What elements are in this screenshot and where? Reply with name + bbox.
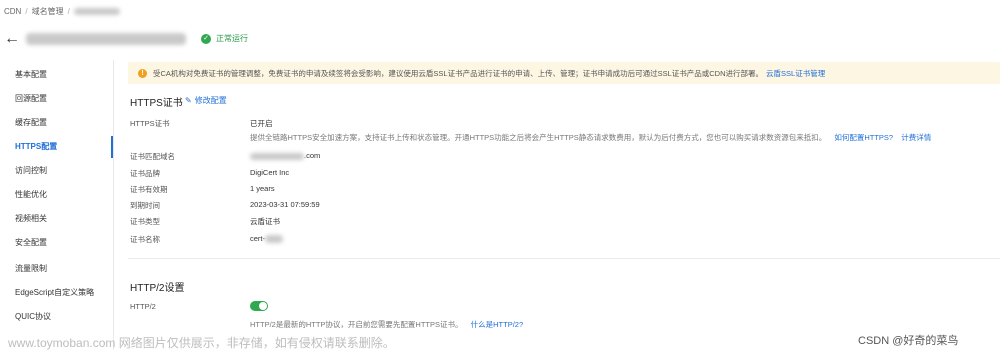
breadcrumb: CDN / 域名管理 / — [4, 6, 120, 17]
how-to-configure-https-link[interactable]: 如何配置HTTPS? — [834, 133, 893, 142]
toggle-knob — [259, 302, 267, 310]
cert-brand-value: DigiCert Inc — [250, 168, 290, 177]
ssl-cert-management-link[interactable]: 云盾SSL证书管理 — [766, 68, 825, 79]
cert-name-label: 证书名称 — [130, 235, 160, 244]
sidebar-item-performance[interactable]: 性能优化 — [0, 184, 113, 206]
edit-config-label: 修改配置 — [194, 96, 227, 105]
sidebar-item-access-control[interactable]: 访问控制 — [0, 160, 113, 182]
breadcrumb-separator: / — [25, 7, 28, 16]
watermark-toymoban: www.toymoban.com 网络图片仅供展示，非存储，如有侵权请联系删除。 — [8, 336, 395, 350]
edit-icon: ✎ — [185, 96, 192, 105]
domain-name-redacted — [26, 33, 186, 45]
status-badge: ✓ 正常运行 — [201, 33, 248, 44]
http2-section-title: HTTP/2设置 — [130, 283, 185, 294]
cert-validity-label: 证书有效期 — [130, 185, 168, 194]
cert-domain-label: 证书匹配域名 — [130, 152, 175, 161]
sidebar-item-quic[interactable]: QUIC协议 — [0, 306, 113, 328]
cert-name-prefix: cert- — [250, 234, 265, 243]
warning-icon: ! — [138, 68, 147, 78]
edit-config-button[interactable]: ✎ 修改配置 — [185, 95, 227, 106]
sidebar-item-origin-config[interactable]: 回源配置 — [0, 88, 113, 110]
expiry-time-value: 2023-03-31 07:59:59 — [250, 200, 320, 209]
sidebar-item-security[interactable]: 安全配置 — [0, 232, 113, 254]
https-cert-label: HTTPS证书 — [130, 119, 170, 128]
breadcrumb-domain-management[interactable]: 域名管理 — [32, 6, 64, 17]
watermark-csdn: CSDN @好奇的菜鸟 — [858, 335, 959, 347]
sidebar-nav: 基本配置 回源配置 缓存配置 HTTPS配置 访问控制 性能优化 视频相关 安全… — [0, 60, 114, 350]
cert-domain-value: .com — [250, 151, 320, 160]
notice-text: 受CA机构对免费证书的管理调整，免费证书的申请及续签将会受影响，建议使用云盾SS… — [153, 68, 764, 78]
https-section-title: HTTPS证书 — [130, 98, 183, 109]
cert-validity-value: 1 years — [250, 184, 275, 193]
cert-domain-redacted — [250, 152, 304, 160]
http2-toggle[interactable] — [250, 301, 268, 311]
billing-details-link[interactable]: 计费详情 — [901, 133, 931, 142]
cert-name-value: cert- — [250, 234, 283, 244]
http2-description: HTTP/2是最新的HTTP协议，开启前您需要先配置HTTPS证书。 什么是HT… — [250, 319, 523, 330]
http2-label: HTTP/2 — [130, 302, 156, 311]
https-cert-value: 已开启 — [250, 119, 273, 128]
cert-name-redacted — [265, 235, 283, 244]
what-is-http2-link[interactable]: 什么是HTTP/2? — [471, 320, 524, 329]
notice-banner: ! 受CA机构对免费证书的管理调整，免费证书的申请及续签将会受影响，建议使用云盾… — [128, 62, 1000, 84]
sidebar-item-https-config[interactable]: HTTPS配置 — [0, 136, 113, 158]
http2-desc-text: HTTP/2是最新的HTTP协议，开启前您需要先配置HTTPS证书。 — [250, 320, 463, 329]
breadcrumb-cdn[interactable]: CDN — [4, 7, 21, 16]
cert-type-label: 证书类型 — [130, 217, 160, 226]
breadcrumb-redacted-domain — [73, 8, 120, 15]
sidebar-item-edgescript[interactable]: EdgeScript自定义策略 — [0, 282, 113, 304]
back-arrow-icon[interactable]: ← — [4, 30, 20, 48]
check-circle-icon: ✓ — [201, 33, 211, 44]
status-text: 正常运行 — [216, 34, 248, 43]
expiry-time-label: 到期时间 — [130, 201, 160, 210]
breadcrumb-separator: / — [67, 7, 70, 16]
section-divider — [128, 258, 1000, 259]
sidebar-item-video[interactable]: 视频相关 — [0, 208, 113, 230]
sidebar-item-cache-config[interactable]: 缓存配置 — [0, 112, 113, 134]
cert-domain-suffix: .com — [304, 151, 321, 160]
sidebar-item-basic-config[interactable]: 基本配置 — [0, 64, 113, 86]
https-cert-desc-text: 提供全链路HTTPS安全加速方案，支持证书上传和状态管理。开通HTTPS功能之后… — [250, 133, 827, 142]
cert-type-value: 云盾证书 — [250, 217, 280, 226]
https-cert-description: 提供全链路HTTPS安全加速方案，支持证书上传和状态管理。开通HTTPS功能之后… — [250, 132, 931, 143]
cert-brand-label: 证书品牌 — [130, 169, 160, 178]
sidebar-item-traffic-limit[interactable]: 流量限制 — [0, 258, 113, 280]
